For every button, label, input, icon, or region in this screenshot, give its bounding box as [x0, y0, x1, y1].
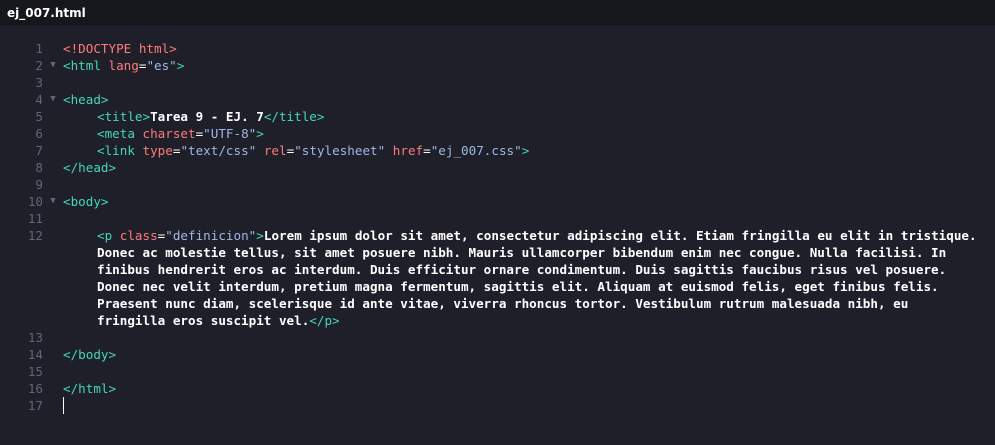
eq-token: = [423, 143, 431, 158]
tag-token: > [521, 143, 530, 158]
code-line: 9 [0, 176, 995, 193]
fold-arrow-icon[interactable]: ▼ [43, 193, 63, 210]
code-content[interactable] [63, 397, 995, 414]
code-content[interactable]: <p class="definicion">Lorem ipsum dolor … [63, 227, 995, 329]
paragraph-text: Lorem ipsum dolor sit amet, consectetur … [97, 228, 985, 328]
line-number: 15 [27, 364, 43, 379]
tag-token: </head> [63, 160, 117, 175]
line-number: 12 [27, 228, 43, 243]
tag-token: > [256, 126, 264, 141]
code-line: 6 <meta charset="UTF-8"> [0, 125, 995, 142]
text-cursor [63, 397, 64, 414]
code-line: 2 ▼ <html lang="es"> [0, 57, 995, 74]
attr-token: rel [256, 143, 287, 158]
code-line: 14 </body> [0, 346, 995, 363]
tab-file-title[interactable]: ej_007.html [7, 6, 86, 20]
code-line: 8 </head> [0, 159, 995, 176]
code-content[interactable] [63, 329, 995, 346]
code-content[interactable]: <head> [63, 91, 995, 108]
code-content[interactable] [63, 74, 995, 91]
code-line: 16 </html> [0, 380, 995, 397]
code-content[interactable]: <meta charset="UTF-8"> [63, 125, 995, 142]
line-number: 2 [35, 58, 43, 73]
string-token: "UTF-8" [203, 126, 257, 141]
tag-token: </p> [309, 313, 340, 328]
string-token: "stylesheet" [294, 143, 386, 158]
editor-window: ej_007.html 1 <!DOCTYPE html> 2 ▼ <html … [0, 0, 995, 445]
line-number: 13 [27, 330, 43, 345]
tag-token: <title> [97, 109, 151, 124]
line-number: 5 [35, 109, 43, 124]
line-number: 17 [27, 398, 43, 413]
attr-token: type [142, 143, 173, 158]
line-number: 1 [35, 41, 43, 56]
code-content[interactable] [63, 363, 995, 380]
tag-token: <html [63, 58, 109, 73]
fold-arrow-icon[interactable]: ▼ [43, 91, 63, 108]
attr-token: class [119, 228, 158, 243]
tag-token: </body> [63, 347, 117, 362]
tag-token: <head> [63, 92, 109, 107]
line-number: 9 [35, 177, 43, 192]
code-content[interactable]: <!DOCTYPE html> [63, 40, 995, 57]
line-number: 3 [35, 75, 43, 90]
tag-token: > [256, 228, 264, 243]
attr-token: charset [142, 126, 196, 141]
code-line: 3 [0, 74, 995, 91]
string-token: "ej_007.css" [430, 143, 522, 158]
tag-token: </title> [263, 109, 325, 124]
code-content[interactable] [63, 210, 995, 227]
title-text: Tarea 9 - EJ. 7 [150, 109, 264, 124]
code-line: 11 [0, 210, 995, 227]
code-line: 4 ▼ <head> [0, 91, 995, 108]
code-line: 7 <link type="text/css" rel="stylesheet"… [0, 142, 995, 159]
code-content[interactable]: </html> [63, 380, 995, 397]
tag-token: <body> [63, 194, 109, 209]
tag-token: <meta [97, 126, 143, 141]
code-editor[interactable]: 1 <!DOCTYPE html> 2 ▼ <html lang="es"> 3… [0, 25, 995, 445]
line-number: 10 [27, 194, 43, 209]
tab-bar: ej_007.html [0, 0, 995, 25]
code-content[interactable]: <body> [63, 193, 995, 210]
line-number: 6 [35, 126, 43, 141]
tag-token: </html> [63, 381, 117, 396]
line-number: 11 [27, 211, 43, 226]
code-content[interactable] [63, 176, 995, 193]
tag-token: > [176, 58, 185, 73]
code-line: 13 [0, 329, 995, 346]
tag-token: <p [97, 228, 120, 243]
string-token: "definicion" [165, 228, 257, 243]
line-number: 7 [35, 143, 43, 158]
attr-token: lang [108, 58, 139, 73]
line-number: 16 [27, 381, 43, 396]
code-line: 1 <!DOCTYPE html> [0, 40, 995, 57]
code-content[interactable]: </head> [63, 159, 995, 176]
string-token: "text/css" [180, 143, 257, 158]
doctype-token: <!DOCTYPE html> [63, 41, 177, 56]
code-line: 15 [0, 363, 995, 380]
line-number: 8 [35, 160, 43, 175]
code-line: 5 <title>Tarea 9 - EJ. 7</title> [0, 108, 995, 125]
code-content[interactable]: <link type="text/css" rel="stylesheet" h… [63, 142, 995, 159]
code-line: 17 [0, 397, 995, 414]
tag-token: <link [97, 143, 143, 158]
line-number: 4 [35, 92, 43, 107]
string-token: "es" [146, 58, 177, 73]
code-content[interactable]: <html lang="es"> [63, 57, 995, 74]
attr-token: href [385, 143, 424, 158]
line-number: 14 [27, 347, 43, 362]
code-content[interactable]: <title>Tarea 9 - EJ. 7</title> [63, 108, 995, 125]
fold-arrow-icon[interactable]: ▼ [43, 57, 63, 74]
code-line: 10 ▼ <body> [0, 193, 995, 210]
code-content[interactable]: </body> [63, 346, 995, 363]
code-line: 12 <p class="definicion">Lorem ipsum dol… [0, 227, 995, 329]
